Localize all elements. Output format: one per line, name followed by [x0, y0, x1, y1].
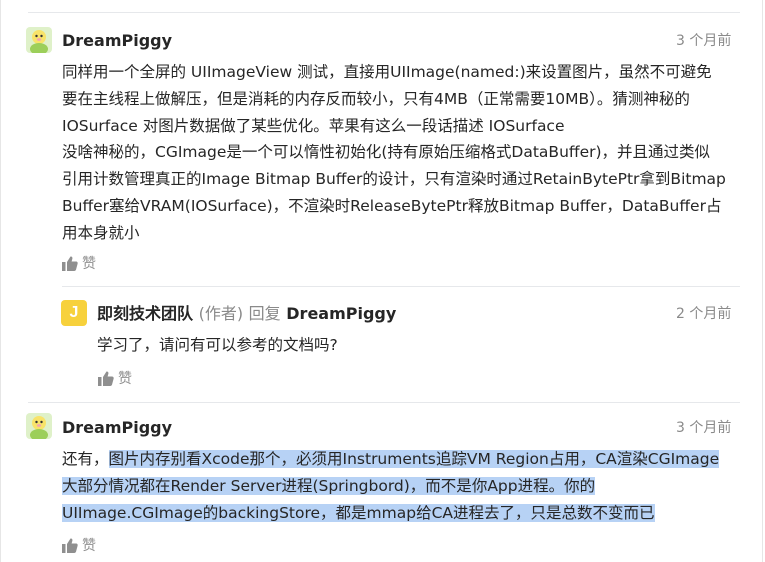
selected-text: UIImage.CGImage的backingStore，都是mmap给CA进程…: [62, 503, 655, 522]
comment-body: 还有，图片内存别看Xcode那个，必须用Instruments追踪VM Regi…: [62, 446, 720, 527]
like-label: 赞: [82, 256, 96, 272]
like-button[interactable]: 赞: [98, 368, 132, 388]
reply-label: 回复: [248, 304, 281, 323]
like-label: 赞: [82, 538, 96, 554]
user-avatar[interactable]: [26, 413, 52, 439]
comment-timestamp: 3 个月前: [676, 33, 732, 49]
divider: [28, 12, 740, 13]
thumbs-up-icon: [62, 537, 78, 553]
comment-text-line: 要在主线程上做解压，但是消耗的内存反而较小，只有4MB（正常需要10MB）。猜测…: [62, 89, 690, 108]
like-button[interactable]: 赞: [62, 535, 96, 555]
comment-text-line: Buffer塞给VRAM(IOSurface)，不渲染时ReleaseByteP…: [62, 196, 722, 215]
pig-avatar-icon: [26, 27, 52, 53]
divider: [28, 402, 740, 403]
divider: [62, 286, 740, 287]
comment-text-line: 学习了，请问有可以参考的文档吗?: [97, 336, 338, 354]
comment-text-line: 引用计数管理真正的Image Bitmap Buffer的设计，只有渲染时通过R…: [62, 170, 726, 189]
comment-text-line: 用本身就小: [62, 223, 140, 242]
selected-text: 大部分情况都在Render Server进程(Springbord)，而不是你A…: [62, 476, 596, 495]
comment-text-plain: 还有，: [62, 450, 109, 468]
comment-text-line: 大部分情况都在Render Server进程(Springbord)，而不是你A…: [62, 473, 719, 500]
comment-timestamp: 2 个月前: [676, 306, 732, 322]
comment-author[interactable]: DreamPiggy: [62, 31, 172, 51]
user-avatar[interactable]: [26, 27, 52, 53]
like-button[interactable]: 赞: [62, 253, 96, 273]
like-label: 赞: [118, 371, 132, 387]
comment-author[interactable]: DreamPiggy: [62, 418, 172, 438]
team-avatar-letter: J: [69, 304, 79, 321]
thumbs-up-icon: [62, 255, 78, 271]
comment-text-line: 还有，图片内存别看Xcode那个，必须用Instruments追踪VM Regi…: [62, 446, 720, 473]
reply-header: 即刻技术团队 (作者) 回复 DreamPiggy: [97, 304, 396, 324]
comment-timestamp: 3 个月前: [676, 420, 732, 436]
comment-text-line: 同样用一个全屏的 UIImageView 测试，直接用UIImage(named…: [62, 63, 712, 81]
comment-text-line: 没啥神秘的，CGImage是一个可以惰性初始化(持有原始压缩格式DataBuff…: [62, 143, 711, 162]
comment-text-line: UIImage.CGImage的backingStore，都是mmap给CA进程…: [62, 500, 719, 527]
thumbs-up-icon: [98, 370, 114, 386]
author-tag: (作者): [198, 304, 244, 323]
pig-avatar-icon: [26, 413, 52, 439]
comment-body: 学习了，请问有可以参考的文档吗?: [97, 332, 338, 359]
comment-author[interactable]: 即刻技术团队: [97, 304, 193, 323]
selected-text: 图片内存别看Xcode那个，必须用Instruments追踪VM Region占…: [108, 450, 720, 468]
comment-text-line: IOSurface 对图片数据做了某些优化。苹果有这么一段话描述 IOSurfa…: [62, 116, 565, 135]
reply-target-user[interactable]: DreamPiggy: [286, 304, 396, 323]
team-avatar[interactable]: J: [61, 300, 87, 326]
comment-body: 同样用一个全屏的 UIImageView 测试，直接用UIImage(named…: [62, 59, 726, 247]
